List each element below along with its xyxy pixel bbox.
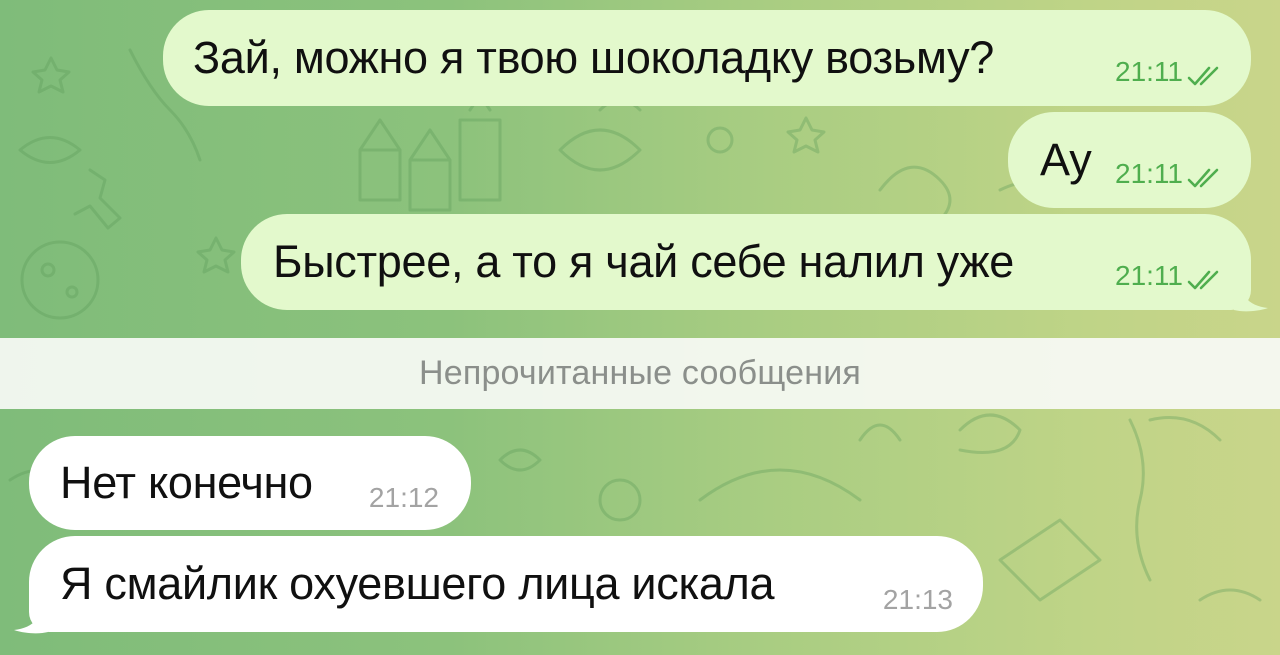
outgoing-message[interactable]: Зай, можно я твою шоколадку возьму? 21:1… (163, 10, 1251, 106)
message-text: Я смайлик охуевшего лица искала (60, 558, 775, 609)
double-check-icon (1187, 270, 1219, 290)
chat-area[interactable]: Зай, можно я твою шоколадку возьму? 21:1… (0, 0, 1280, 655)
double-check-icon (1187, 66, 1219, 86)
message-meta: 21:11 (1115, 56, 1223, 88)
message-time: 21:11 (1115, 260, 1183, 291)
message-text: Зай, можно я твою шоколадку возьму? (193, 32, 995, 83)
message-text: Нет конечно (60, 457, 313, 508)
message-meta: 21:12 (369, 482, 439, 514)
unread-messages-divider: Непрочитанные сообщения (0, 338, 1280, 409)
outgoing-message[interactable]: Ау 21:11 (1008, 112, 1251, 208)
message-meta: 21:11 (1115, 260, 1223, 292)
message-time: 21:11 (1115, 56, 1183, 87)
message-time: 21:13 (882, 584, 953, 615)
message-meta: 21:13 (883, 584, 953, 616)
message-text: Ау (1040, 134, 1092, 185)
message-time: 21:11 (1115, 158, 1183, 189)
message-time: 21:12 (368, 482, 439, 513)
bubble-tail (14, 590, 48, 634)
unread-messages-label: Непрочитанные сообщения (418, 354, 862, 392)
message-meta: 21:11 (1115, 158, 1223, 190)
double-check-icon (1187, 168, 1219, 188)
outgoing-message[interactable]: Быстрее, а то я чай себе налил уже 21:11 (241, 214, 1251, 310)
incoming-message[interactable]: Я смайлик охуевшего лица искала 21:13 (29, 536, 983, 632)
bubble-tail (1234, 268, 1268, 312)
incoming-message[interactable]: Нет конечно 21:12 (29, 436, 471, 530)
message-text: Быстрее, а то я чай себе налил уже (273, 236, 1015, 287)
